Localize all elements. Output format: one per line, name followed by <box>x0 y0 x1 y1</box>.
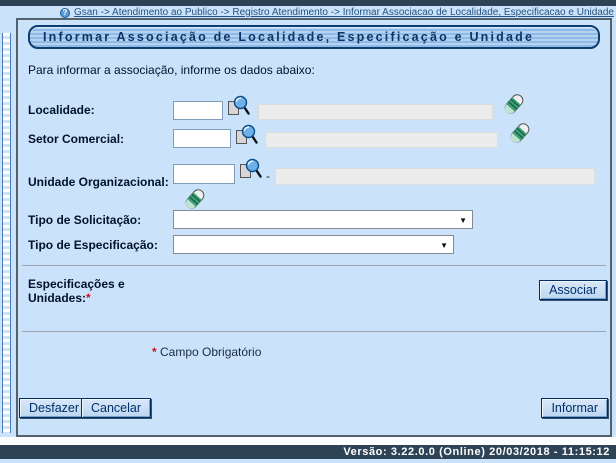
eraser-icon <box>503 92 525 116</box>
intro-text: Para informar a associação, informe os d… <box>28 63 315 77</box>
especificacoes-unidades-label: Especificações e Unidades:* <box>28 277 140 305</box>
required-asterisk: * <box>152 345 157 359</box>
footer-bar: Versão: 3.22.0.0 (Online) 20/03/2018 - 1… <box>0 445 616 459</box>
unidade-organizacional-code-input[interactable] <box>173 164 235 184</box>
chevron-down-icon: ▼ <box>459 216 467 225</box>
informar-button[interactable]: Informar <box>541 398 608 418</box>
setor-comercial-erase-icon[interactable] <box>509 121 531 145</box>
tipo-especificacao-label: Tipo de Especificação: <box>28 238 158 252</box>
bottom-gap <box>0 437 616 445</box>
localidade-label: Localidade: <box>28 103 95 117</box>
unidade-separator: - <box>266 169 270 183</box>
localidade-code-input[interactable] <box>173 101 223 120</box>
desfazer-button[interactable]: Desfazer <box>19 398 89 418</box>
localidade-search-icon[interactable] <box>227 95 250 116</box>
required-asterisk: * <box>86 291 91 305</box>
especificacoes-unidades-label-text: Especificações e Unidades: <box>28 277 125 305</box>
eraser-icon <box>509 121 531 145</box>
help-icon[interactable]: ? <box>60 8 70 18</box>
chevron-down-icon: ▼ <box>440 241 448 250</box>
magnifier-icon <box>239 158 262 179</box>
associar-button[interactable]: Associar <box>539 280 607 300</box>
unidade-organizacional-search-icon[interactable] <box>239 158 262 179</box>
eraser-icon <box>184 187 206 211</box>
main-panel: Informar Associação de Localidade, Espec… <box>16 18 612 437</box>
required-note-text: Campo Obrigatório <box>160 345 261 359</box>
tipo-solicitacao-label: Tipo de Solicitação: <box>28 213 141 227</box>
unidade-organizacional-name-field <box>275 168 595 185</box>
divider <box>22 265 606 266</box>
breadcrumb-link[interactable]: Gsan -> Atendimento ao Publico -> Regist… <box>74 7 614 18</box>
left-frame-border <box>2 33 11 433</box>
magnifier-icon <box>235 124 258 145</box>
localidade-erase-icon[interactable] <box>503 92 525 116</box>
unidade-organizacional-label: Unidade Organizacional: <box>28 175 169 189</box>
page-title: Informar Associação de Localidade, Espec… <box>28 25 600 49</box>
divider <box>22 331 606 332</box>
required-field-note: * Campo Obrigatório <box>152 345 261 359</box>
unidade-organizacional-erase-icon[interactable] <box>184 187 206 211</box>
setor-comercial-code-input[interactable] <box>173 129 231 148</box>
tipo-solicitacao-select[interactable]: ▼ <box>173 210 473 229</box>
setor-comercial-search-icon[interactable] <box>235 124 258 145</box>
magnifier-icon <box>227 95 250 116</box>
cancelar-button[interactable]: Cancelar <box>81 398 151 418</box>
setor-comercial-label: Setor Comercial: <box>28 132 124 146</box>
localidade-name-field <box>258 104 493 120</box>
setor-comercial-name-field <box>265 132 498 148</box>
version-text: Versão: 3.22.0.0 (Online) 20/03/2018 - 1… <box>343 446 610 458</box>
tipo-especificacao-select[interactable]: ▼ <box>173 235 454 254</box>
